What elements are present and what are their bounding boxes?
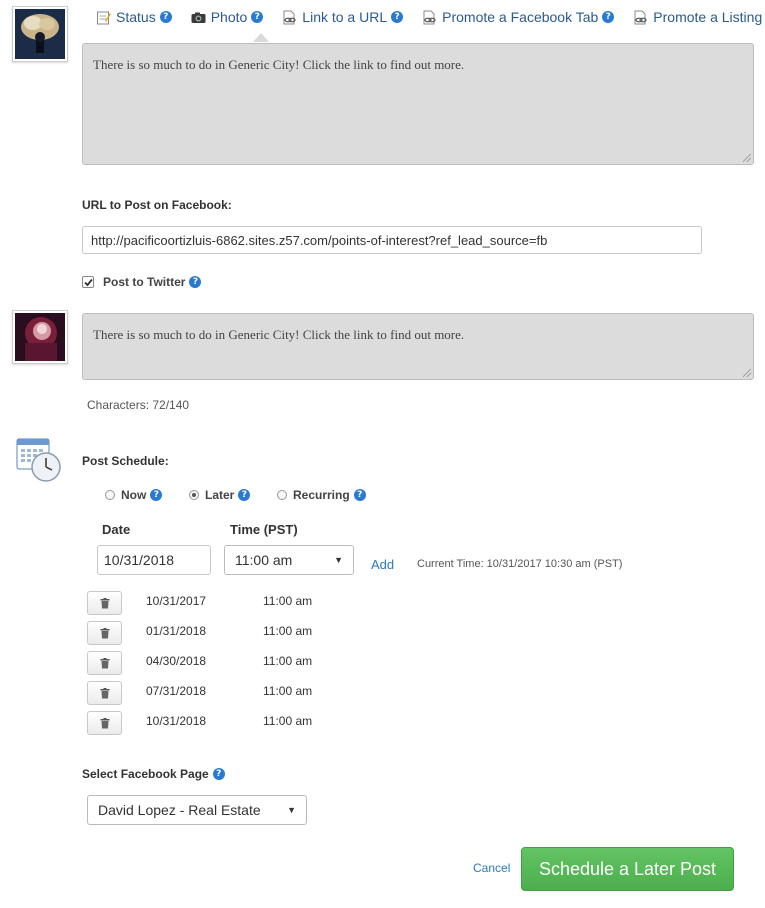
post-to-twitter-checkbox[interactable] <box>82 276 94 288</box>
link-document-icon <box>422 10 437 25</box>
url-input[interactable]: http://pacificoortizluis-6862.sites.z57.… <box>82 226 702 254</box>
delete-button[interactable] <box>87 591 122 615</box>
later-radio[interactable] <box>189 490 199 500</box>
help-icon[interactable]: ? <box>212 768 225 780</box>
twitter-message-textarea[interactable]: There is so much to do in Generic City! … <box>82 313 754 380</box>
facebook-message-text: There is so much to do in Generic City! … <box>93 57 465 72</box>
resize-grip-icon[interactable] <box>743 154 751 162</box>
tab-status[interactable]: Status ? <box>96 9 172 25</box>
date-input[interactable]: 10/31/2018 <box>97 545 211 575</box>
delete-button[interactable] <box>87 651 122 675</box>
add-schedule-link[interactable]: Add <box>371 557 394 572</box>
post-type-tabs: Status ? Photo ? Link to a URL ? Promote… <box>96 6 762 28</box>
time-select-value: 11:00 am <box>235 552 293 568</box>
post-schedule-label: Post Schedule: <box>82 454 169 468</box>
calendar-clock-icon <box>16 437 62 488</box>
time-header: Time (PST) <box>230 522 298 537</box>
dropdown-arrow-icon: ▼ <box>287 805 296 815</box>
delete-button[interactable] <box>87 621 122 645</box>
scheduled-date: 04/30/2018 <box>146 654 207 668</box>
tab-photo-label: Photo <box>210 9 248 25</box>
help-icon[interactable]: ? <box>251 11 264 23</box>
trash-icon <box>100 597 109 608</box>
date-input-value: 10/31/2018 <box>104 552 175 568</box>
cancel-link[interactable]: Cancel <box>473 861 510 875</box>
scheduled-time: 11:00 am <box>263 594 313 608</box>
schedule-later-post-button[interactable]: Schedule a Later Post <box>521 847 734 891</box>
trash-icon <box>100 657 109 668</box>
facebook-page-select-value: David Lopez - Real Estate <box>98 802 261 818</box>
current-time: Current Time: 10/31/2017 10:30 am (PST) <box>417 558 623 570</box>
scheduled-date: 01/31/2018 <box>146 624 207 638</box>
link-document-icon <box>633 10 648 25</box>
link-document-icon <box>282 10 297 25</box>
delete-button[interactable] <box>87 681 122 705</box>
schedule-option-recurring[interactable]: Recurring ? <box>277 488 366 502</box>
scheduled-row: 10/31/2017 11:00 am <box>87 590 387 616</box>
scheduled-time: 11:00 am <box>263 654 313 668</box>
scheduled-date: 10/31/2017 <box>146 594 207 608</box>
scheduled-row: 04/30/2018 11:00 am <box>87 650 387 676</box>
help-icon[interactable]: ? <box>159 11 172 23</box>
post-to-twitter-label: Post to Twitter <box>103 275 186 289</box>
notepad-icon <box>96 10 111 25</box>
scheduled-date: 10/31/2018 <box>146 714 207 728</box>
trash-icon <box>100 687 109 698</box>
recurring-radio[interactable] <box>277 490 287 500</box>
schedule-option-later[interactable]: Later ? <box>189 488 251 502</box>
dropdown-arrow-icon: ▼ <box>334 555 343 565</box>
tab-promote-listing[interactable]: Promote a Listing <box>633 9 762 25</box>
schedule-option-now[interactable]: Now ? <box>105 488 163 502</box>
tab-status-label: Status <box>116 9 156 25</box>
active-tab-caret <box>253 33 269 42</box>
later-label: Later <box>205 488 235 502</box>
now-label: Now <box>121 488 147 502</box>
tab-promote-listing-label: Promote a Listing <box>653 9 763 25</box>
help-icon[interactable]: ? <box>238 489 251 501</box>
twitter-checkbox-row: Post to Twitter ? <box>82 275 202 289</box>
trash-icon <box>100 627 109 638</box>
scheduled-time: 11:00 am <box>263 624 313 638</box>
time-select[interactable]: 11:00 am ▼ <box>224 545 354 575</box>
now-radio[interactable] <box>105 490 115 500</box>
twitter-avatar <box>12 310 68 364</box>
tab-promote-facebook-tab[interactable]: Promote a Facebook Tab ? <box>422 9 615 25</box>
help-icon[interactable]: ? <box>353 489 366 501</box>
scheduled-row: 10/31/2018 11:00 am <box>87 710 387 736</box>
help-icon[interactable]: ? <box>189 276 202 288</box>
tab-link-url-label: Link to a URL <box>302 9 388 25</box>
tab-link-url[interactable]: Link to a URL ? <box>282 9 404 25</box>
date-header: Date <box>102 522 131 537</box>
tab-promote-facebook-tab-label: Promote a Facebook Tab <box>442 9 599 25</box>
scheduled-time: 11:00 am <box>263 684 313 698</box>
scheduled-time: 11:00 am <box>263 714 313 728</box>
help-icon[interactable]: ? <box>602 11 615 23</box>
url-field-label: URL to Post on Facebook: <box>82 198 232 212</box>
help-icon[interactable]: ? <box>150 489 163 501</box>
recurring-label: Recurring <box>293 488 350 502</box>
url-input-value: http://pacificoortizluis-6862.sites.z57.… <box>91 232 548 248</box>
facebook-page-select[interactable]: David Lopez - Real Estate ▼ <box>87 795 307 825</box>
facebook-message-textarea[interactable]: There is so much to do in Generic City! … <box>82 43 754 165</box>
help-icon[interactable]: ? <box>391 11 404 23</box>
tab-photo[interactable]: Photo ? <box>191 9 264 25</box>
select-page-label: Select Facebook Page <box>82 767 209 781</box>
scheduled-date: 07/31/2018 <box>146 684 207 698</box>
scheduled-row: 07/31/2018 11:00 am <box>87 680 387 706</box>
character-count: Characters: 72/140 <box>87 398 190 412</box>
delete-button[interactable] <box>87 711 122 735</box>
twitter-message-text: There is so much to do in Generic City! … <box>93 327 465 342</box>
resize-grip-icon[interactable] <box>743 369 751 377</box>
select-page-label-row: Select Facebook Page ? <box>82 767 225 781</box>
facebook-avatar <box>12 6 68 62</box>
camera-icon <box>191 10 206 25</box>
trash-icon <box>100 717 109 728</box>
scheduled-row: 01/31/2018 11:00 am <box>87 620 387 646</box>
